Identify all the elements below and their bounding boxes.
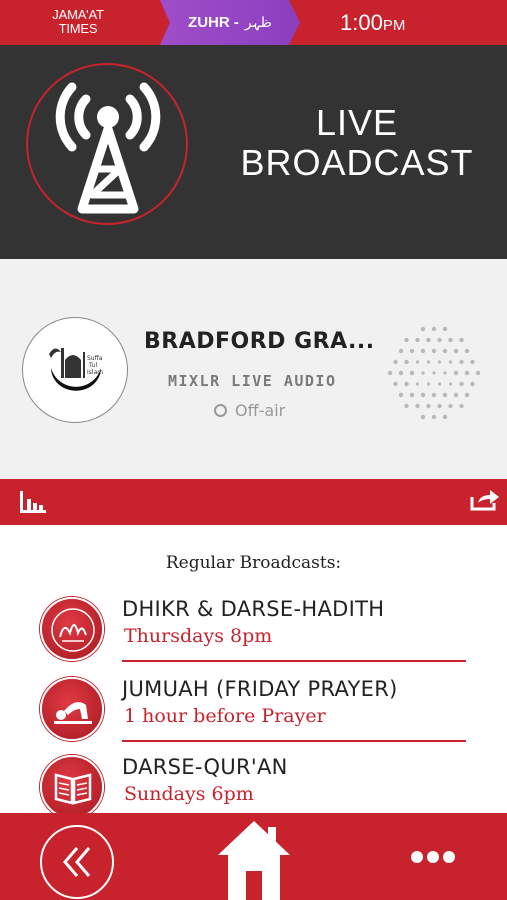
- brand-line-2: TIMES: [58, 21, 98, 36]
- bar-chart-icon[interactable]: [20, 491, 46, 517]
- broadcast-schedule: Sundays 6pm: [124, 783, 254, 805]
- prayer-time: 1:00PM: [340, 10, 405, 36]
- hero-title-line-2: BROADCAST: [240, 142, 474, 183]
- broadcast-schedule: Thursdays 8pm: [124, 625, 273, 647]
- hero-banner: LIVE BROADCAST: [0, 45, 507, 259]
- current-prayer-pill[interactable]: ZUHR - ظہر: [160, 0, 300, 45]
- broadcast-schedule: 1 hour before Prayer: [124, 705, 326, 727]
- broadcast-name: JUMUAH (FRIDAY PRAYER): [122, 677, 398, 701]
- station-subtitle: MIXLR LIVE AUDIO: [168, 372, 337, 390]
- prayer-name-arabic: ظہر: [244, 14, 272, 30]
- broadcast-status-label: Off-air: [235, 401, 286, 420]
- more-dots-icon[interactable]: [410, 849, 456, 868]
- broadcast-name: DARSE-QUR'AN: [122, 755, 288, 779]
- prostration-icon: [40, 677, 104, 741]
- item-divider: [122, 660, 466, 662]
- brand-line-1: JAMA'AT: [52, 7, 104, 22]
- broadcast-tower-icon: [26, 63, 188, 225]
- regular-broadcasts-heading: Regular Broadcasts:: [165, 553, 342, 573]
- player-toolbar: [0, 479, 507, 525]
- hero-title: LIVE BROADCAST: [226, 103, 488, 183]
- prayer-time-value: 1:00: [340, 10, 383, 35]
- broadcast-name: DHIKR & DARSE-HADITH: [122, 597, 385, 621]
- hero-title-line-1: LIVE: [315, 102, 399, 143]
- calligraphy-icon: [40, 597, 104, 661]
- broadcast-item[interactable]: DHIKR & DARSE-HADITH Thursdays 8pm: [40, 597, 480, 667]
- svg-text:Suffa: Suffa: [87, 355, 103, 362]
- prayer-name: ZUHR -: [188, 14, 239, 31]
- share-icon[interactable]: [470, 489, 500, 515]
- station-name: BRADFORD GRA...: [144, 329, 375, 354]
- broadcast-item[interactable]: JUMUAH (FRIDAY PRAYER) 1 hour before Pra…: [40, 677, 480, 747]
- double-chevron-left-icon[interactable]: [40, 825, 114, 899]
- status-indicator-icon: [214, 404, 227, 417]
- prayer-time-suffix: PM: [382, 17, 406, 34]
- station-logo-icon[interactable]: Suffa Tul Islam: [22, 317, 128, 423]
- top-bar: JAMA'AT TIMES ZUHR - ظہر 1:00PM: [0, 0, 507, 45]
- svg-text:Islam: Islam: [87, 369, 103, 376]
- broadcast-status: Off-air: [214, 401, 285, 420]
- jamaat-times-brand[interactable]: JAMA'AT TIMES: [28, 8, 128, 36]
- bottom-nav-bar: [0, 813, 507, 900]
- svg-text:Tul: Tul: [88, 362, 98, 369]
- home-icon[interactable]: [214, 817, 294, 900]
- radio-player-card[interactable]: Suffa Tul Islam BRADFORD GRA... MIXLR LI…: [0, 259, 507, 479]
- book-icon: [40, 755, 104, 819]
- item-divider: [122, 740, 466, 742]
